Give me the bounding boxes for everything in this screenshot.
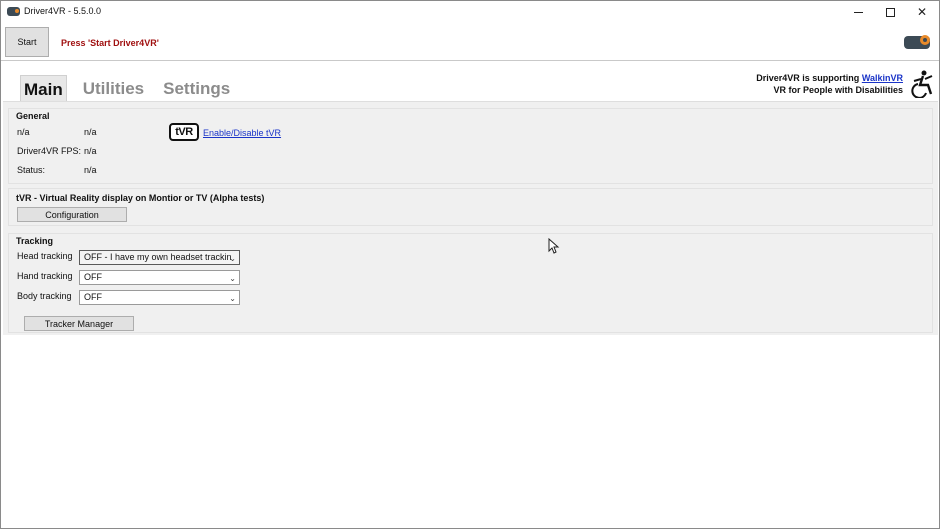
- walkinvr-link[interactable]: WalkinVR: [862, 73, 903, 83]
- tracking-title: Tracking: [16, 236, 54, 246]
- close-icon: ✕: [916, 5, 928, 19]
- toolbar-divider: [1, 60, 939, 61]
- support-line-1: Driver4VR is supporting WalkinVR: [756, 72, 903, 84]
- maximize-button[interactable]: [874, 1, 906, 23]
- minimize-button[interactable]: [842, 1, 874, 23]
- enable-tvr-link[interactable]: Enable/Disable tVR: [203, 128, 281, 138]
- window-title: Driver4VR - 5.5.0.0: [24, 6, 102, 16]
- configuration-button[interactable]: Configuration: [17, 207, 127, 222]
- start-button[interactable]: Start: [5, 27, 49, 57]
- tvr-title: tVR - Virtual Reality display on Montior…: [16, 193, 265, 203]
- mouse-cursor-icon: [548, 238, 560, 254]
- support-line-2: VR for People with Disabilities: [773, 85, 903, 95]
- head-tracking-value: OFF - I have my own headset trackin: [84, 252, 232, 262]
- general-row-value: n/a: [84, 127, 97, 137]
- fps-label: Driver4VR FPS:: [17, 146, 82, 156]
- tracker-manager-button[interactable]: Tracker Manager: [24, 316, 134, 331]
- chevron-down-icon: ⌄: [229, 254, 236, 263]
- tab-settings[interactable]: Settings: [160, 75, 233, 101]
- support-prefix: Driver4VR is supporting: [756, 73, 860, 83]
- status-message: Press 'Start Driver4VR': [61, 38, 159, 48]
- close-button[interactable]: ✕: [906, 1, 938, 23]
- wheelchair-icon: [911, 70, 933, 98]
- app-window: Driver4VR - 5.5.0.0 ✕ Start Press 'Start…: [0, 0, 940, 529]
- fps-value: n/a: [84, 146, 97, 156]
- support-notice: Driver4VR is supporting WalkinVR VR for …: [756, 72, 903, 96]
- general-title: General: [16, 111, 50, 121]
- tab-bar: Main Utilities Settings: [20, 75, 246, 101]
- chevron-down-icon: ⌄: [229, 274, 236, 283]
- tab-utilities[interactable]: Utilities: [80, 75, 147, 101]
- general-row-label: n/a: [17, 127, 30, 137]
- driver4vr-logo-icon: [904, 35, 930, 49]
- tvr-logo-icon: tVR: [169, 123, 199, 141]
- tab-main[interactable]: Main: [20, 75, 67, 101]
- head-tracking-label: Head tracking: [17, 251, 73, 261]
- hand-tracking-label: Hand tracking: [17, 271, 73, 281]
- maximize-icon: [885, 7, 895, 17]
- app-icon: [7, 7, 20, 16]
- general-group: [8, 108, 933, 184]
- hand-tracking-select[interactable]: OFF ⌄: [79, 270, 240, 285]
- head-tracking-select[interactable]: OFF - I have my own headset trackin ⌄: [79, 250, 240, 265]
- chevron-down-icon: ⌄: [229, 294, 236, 303]
- hand-tracking-value: OFF: [84, 272, 102, 282]
- status-label: Status:: [17, 165, 46, 175]
- status-value: n/a: [84, 165, 97, 175]
- title-bar: Driver4VR - 5.5.0.0 ✕: [1, 1, 939, 23]
- body-tracking-value: OFF: [84, 292, 102, 302]
- body-tracking-select[interactable]: OFF ⌄: [79, 290, 240, 305]
- minimize-icon: [853, 11, 863, 13]
- body-tracking-label: Body tracking: [17, 291, 72, 301]
